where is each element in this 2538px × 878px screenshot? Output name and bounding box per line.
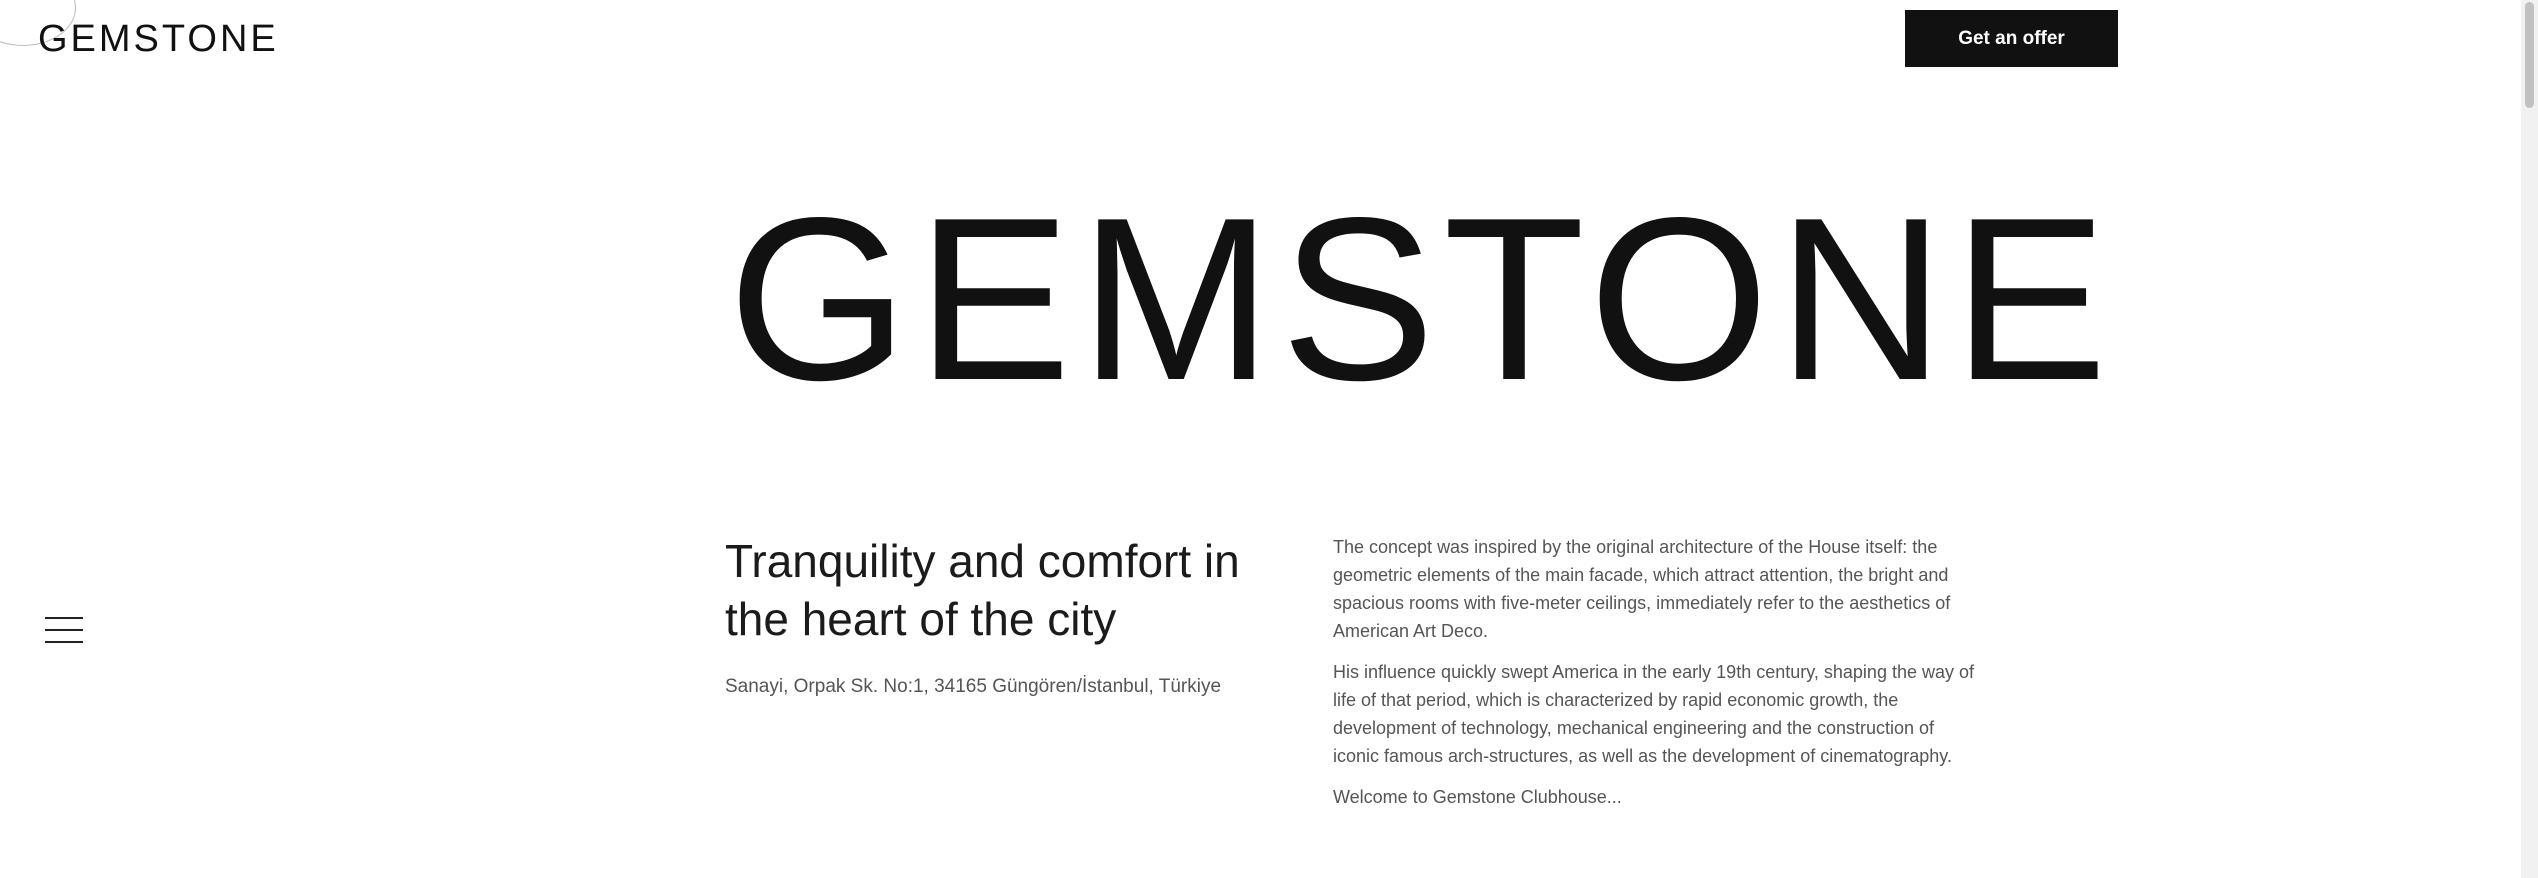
description-paragraph-2: His influence quickly swept America in t… [1333, 662, 1974, 766]
page: GEMSTONE Get an offer GEMSTONE Tranquili… [0, 0, 2538, 878]
description-paragraph-1: The concept was inspired by the original… [1333, 537, 1951, 641]
scrollbar-thumb[interactable] [2525, 2, 2534, 108]
site-logo[interactable]: GEMSTONE [38, 14, 279, 64]
address-text: Sanayi, Orpak Sk. No:1, 34165 Güngören/İ… [725, 676, 1222, 697]
hamburger-menu-icon[interactable] [45, 617, 83, 645]
scrollbar-track[interactable] [2521, 0, 2538, 878]
get-offer-button[interactable]: Get an offer [1905, 10, 2118, 67]
description-block: The concept was inspired by the original… [1333, 533, 1978, 824]
menu-line [45, 641, 83, 643]
menu-line [45, 629, 83, 631]
description-paragraph-3: Welcome to Gemstone Clubhouse... [1333, 787, 1622, 807]
menu-line [45, 617, 83, 619]
tagline-heading: Tranquility and comfort in the heart of … [725, 535, 1240, 645]
hero-title: GEMSTONE [728, 170, 2116, 429]
